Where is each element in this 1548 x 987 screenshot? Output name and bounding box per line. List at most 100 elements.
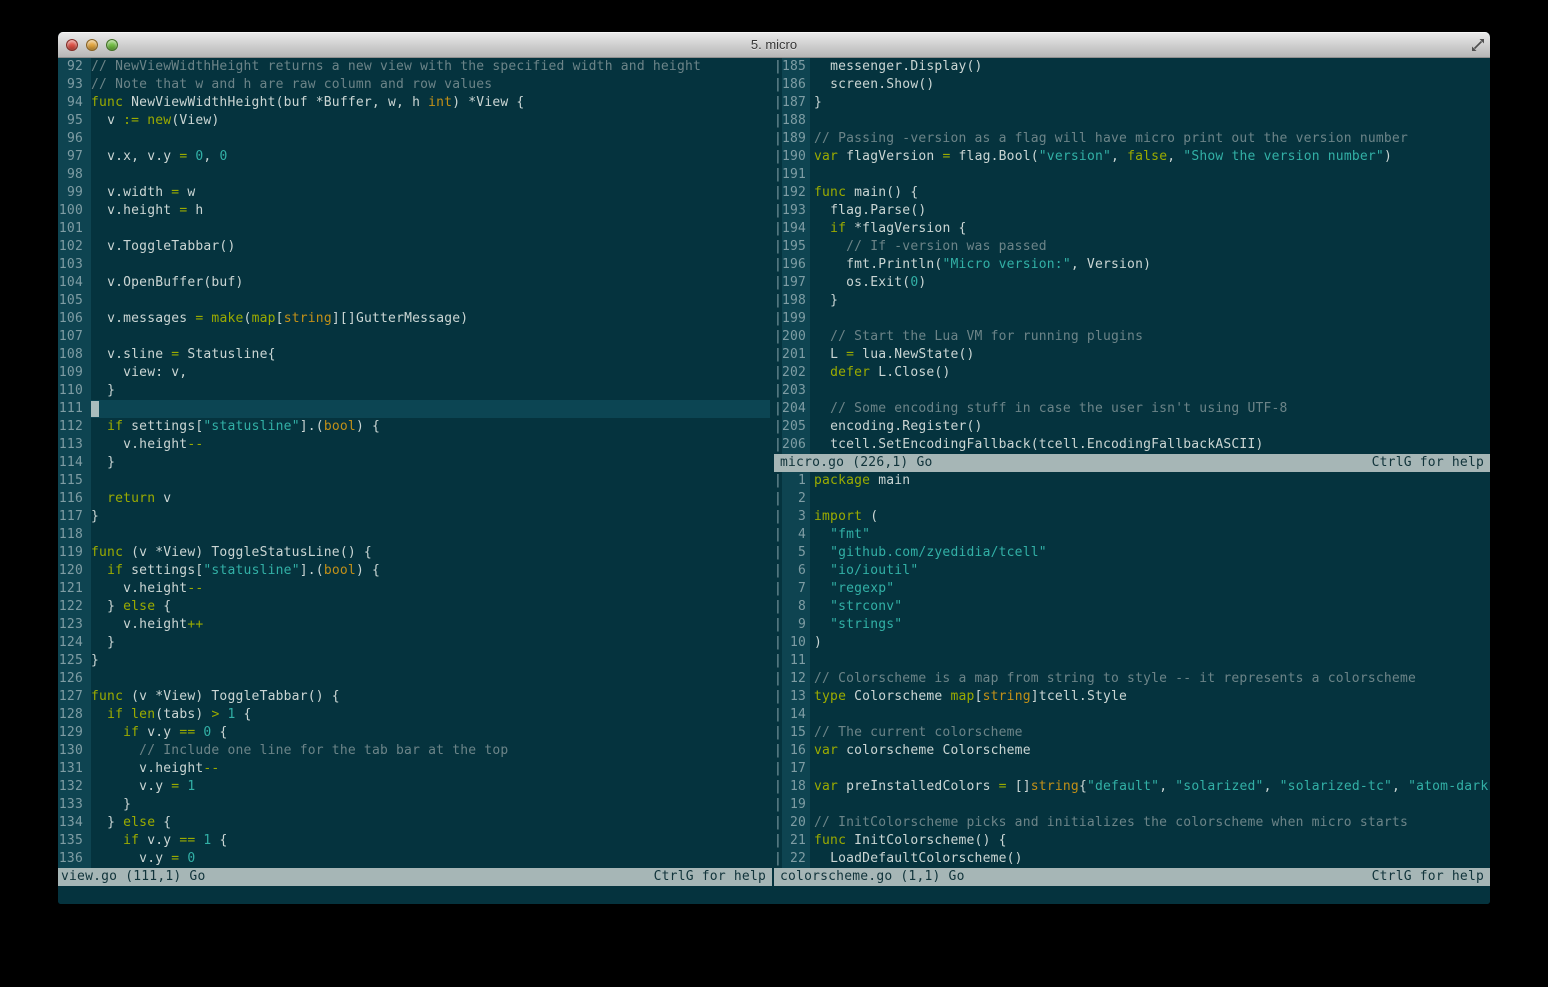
- code-line[interactable]: [810, 760, 1490, 778]
- code-line[interactable]: if len(tabs) > 1 {: [91, 706, 770, 724]
- code-line[interactable]: v.height = h: [91, 202, 770, 220]
- code-line[interactable]: // Passing -version as a flag will have …: [810, 130, 1490, 148]
- code-line[interactable]: "fmt": [810, 526, 1490, 544]
- code-line[interactable]: os.Exit(0): [810, 274, 1490, 292]
- code-line[interactable]: // InitColorscheme picks and initializes…: [810, 814, 1490, 832]
- code-line-row: 113 v.height--: [58, 436, 770, 454]
- code-line[interactable]: // Note that w and h are raw column and …: [91, 76, 770, 94]
- code-token: v.height: [91, 437, 188, 452]
- code-line[interactable]: view: v,: [91, 364, 770, 382]
- code-line[interactable]: "strings": [810, 616, 1490, 634]
- code-line[interactable]: } else {: [91, 814, 770, 832]
- code-line[interactable]: "strconv": [810, 598, 1490, 616]
- code-line[interactable]: v := new(View): [91, 112, 770, 130]
- code-line[interactable]: // NewViewWidthHeight returns a new view…: [91, 58, 770, 76]
- code-line[interactable]: }: [91, 508, 770, 526]
- code-line[interactable]: v.height--: [91, 580, 770, 598]
- code-line[interactable]: if v.y == 1 {: [91, 832, 770, 850]
- code-line[interactable]: LoadDefaultColorscheme(): [810, 850, 1490, 868]
- code-line[interactable]: v.width = w: [91, 184, 770, 202]
- code-line[interactable]: [91, 256, 770, 274]
- command-bar[interactable]: [58, 886, 1490, 904]
- code-line[interactable]: func main() {: [810, 184, 1490, 202]
- code-line[interactable]: package main: [810, 472, 1490, 490]
- code-line[interactable]: messenger.Display(): [810, 58, 1490, 76]
- code-line[interactable]: func (v *View) ToggleTabbar() {: [91, 688, 770, 706]
- code-line[interactable]: // Start the Lua VM for running plugins: [810, 328, 1490, 346]
- code-line[interactable]: v.height--: [91, 760, 770, 778]
- code-line[interactable]: }: [91, 634, 770, 652]
- code-line[interactable]: [810, 382, 1490, 400]
- code-line[interactable]: }: [91, 454, 770, 472]
- code-line[interactable]: }: [91, 382, 770, 400]
- code-line[interactable]: // Include one line for the tab bar at t…: [91, 742, 770, 760]
- code-line[interactable]: v.y = 0: [91, 850, 770, 868]
- code-line[interactable]: v.ToggleTabbar(): [91, 238, 770, 256]
- code-line[interactable]: v.height--: [91, 436, 770, 454]
- code-line[interactable]: import (: [810, 508, 1490, 526]
- code-line[interactable]: [810, 652, 1490, 670]
- line-number: 114: [58, 454, 91, 472]
- code-line[interactable]: v.y = 1: [91, 778, 770, 796]
- code-line[interactable]: }: [91, 652, 770, 670]
- code-line[interactable]: }: [91, 796, 770, 814]
- code-line[interactable]: [810, 310, 1490, 328]
- code-line[interactable]: // The current colorscheme: [810, 724, 1490, 742]
- code-line[interactable]: v.messages = make(map[string][]GutterMes…: [91, 310, 770, 328]
- code-line[interactable]: "regexp": [810, 580, 1490, 598]
- code-line[interactable]: if *flagVersion {: [810, 220, 1490, 238]
- code-line[interactable]: // If -version was passed: [810, 238, 1490, 256]
- code-line[interactable]: [91, 400, 770, 418]
- code-line[interactable]: func (v *View) ToggleStatusLine() {: [91, 544, 770, 562]
- code-line[interactable]: flag.Parse(): [810, 202, 1490, 220]
- code-line[interactable]: type Colorscheme map[string]tcell.Style: [810, 688, 1490, 706]
- line-number: 113: [58, 436, 91, 454]
- code-line[interactable]: // Colorscheme is a map from string to s…: [810, 670, 1490, 688]
- code-line[interactable]: fmt.Println("Micro version:", Version): [810, 256, 1490, 274]
- pane-divider-bar: |: [774, 185, 782, 200]
- code-line[interactable]: if settings["statusline"].(bool) {: [91, 562, 770, 580]
- code-line[interactable]: var preInstalledColors = []string{"defau…: [810, 778, 1490, 796]
- code-line[interactable]: }: [810, 292, 1490, 310]
- code-line[interactable]: L = lua.NewState(): [810, 346, 1490, 364]
- code-line[interactable]: // Some encoding stuff in case the user …: [810, 400, 1490, 418]
- code-line[interactable]: v.OpenBuffer(buf): [91, 274, 770, 292]
- pane-divider-bar: |: [774, 275, 782, 290]
- code-line[interactable]: [91, 472, 770, 490]
- code-token: ][]GutterMessage): [331, 311, 469, 326]
- fullscreen-icon[interactable]: [1471, 38, 1485, 52]
- code-line[interactable]: ): [810, 634, 1490, 652]
- code-line[interactable]: [91, 220, 770, 238]
- code-line[interactable]: encoding.Register(): [810, 418, 1490, 436]
- code-line[interactable]: [91, 130, 770, 148]
- code-line[interactable]: var flagVersion = flag.Bool("version", f…: [810, 148, 1490, 166]
- code-line[interactable]: "github.com/zyedidia/tcell": [810, 544, 1490, 562]
- code-line[interactable]: [810, 490, 1490, 508]
- code-line[interactable]: func InitColorscheme() {: [810, 832, 1490, 850]
- code-line[interactable]: [91, 166, 770, 184]
- code-line[interactable]: screen.Show(): [810, 76, 1490, 94]
- code-line[interactable]: "io/ioutil": [810, 562, 1490, 580]
- code-line[interactable]: } else {: [91, 598, 770, 616]
- code-line[interactable]: v.x, v.y = 0, 0: [91, 148, 770, 166]
- code-line[interactable]: [91, 670, 770, 688]
- code-line[interactable]: if settings["statusline"].(bool) {: [91, 418, 770, 436]
- code-line[interactable]: [91, 292, 770, 310]
- code-line[interactable]: [91, 526, 770, 544]
- code-line[interactable]: [810, 796, 1490, 814]
- code-line[interactable]: if v.y == 0 {: [91, 724, 770, 742]
- code-line[interactable]: v.height++: [91, 616, 770, 634]
- code-line[interactable]: [810, 706, 1490, 724]
- code-line[interactable]: }: [810, 94, 1490, 112]
- titlebar[interactable]: 5. micro: [58, 32, 1490, 58]
- code-line[interactable]: tcell.SetEncodingFallback(tcell.Encoding…: [810, 436, 1490, 454]
- code-line[interactable]: return v: [91, 490, 770, 508]
- code-line[interactable]: [810, 166, 1490, 184]
- code-line[interactable]: v.sline = Statusline{: [91, 346, 770, 364]
- code-line[interactable]: var colorscheme Colorscheme: [810, 742, 1490, 760]
- code-token: view: v,: [91, 365, 188, 380]
- code-line[interactable]: [810, 112, 1490, 130]
- code-line[interactable]: [91, 328, 770, 346]
- code-line[interactable]: defer L.Close(): [810, 364, 1490, 382]
- code-line[interactable]: func NewViewWidthHeight(buf *Buffer, w, …: [91, 94, 770, 112]
